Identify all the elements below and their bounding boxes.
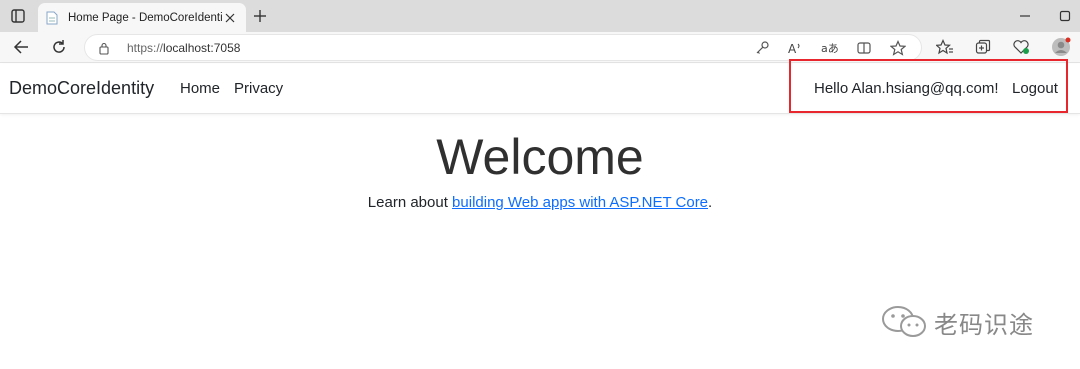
plus-icon[interactable] — [250, 6, 270, 26]
svg-text:A: A — [788, 42, 797, 55]
address-bar[interactable]: https://localhost:7058 A aあ — [84, 34, 922, 61]
svg-text:aあ: aあ — [821, 42, 839, 55]
tab-title: Home Page - DemoCoreIdentity — [68, 11, 222, 24]
nav-privacy-link[interactable]: Privacy — [234, 80, 283, 97]
profile-icon[interactable] — [1050, 36, 1072, 58]
logout-button[interactable]: Logout — [1012, 80, 1058, 97]
key-icon[interactable] — [753, 39, 771, 57]
url-host: localhost:7058 — [163, 41, 241, 55]
site-navbar: DemoCoreIdentity Home Privacy Hello Alan… — [0, 59, 1080, 114]
tab-strip: Home Page - DemoCoreIdentity — [0, 0, 1080, 32]
lock-icon[interactable] — [97, 40, 111, 56]
collections-icon[interactable] — [972, 36, 994, 58]
favorites-icon[interactable] — [934, 36, 956, 58]
brand-link[interactable]: DemoCoreIdentity — [9, 78, 154, 99]
refresh-icon[interactable] — [48, 36, 70, 58]
learn-prefix: Learn about — [367, 194, 453, 211]
url-scheme: https:// — [127, 41, 164, 55]
nav-home-link[interactable]: Home — [180, 80, 220, 97]
translate-icon[interactable]: aあ — [821, 39, 839, 57]
browser-essentials-icon[interactable] — [1010, 36, 1032, 58]
tab-actions-icon[interactable] — [8, 6, 28, 26]
back-arrow-icon[interactable] — [10, 36, 32, 58]
watermark-text: 老码识途 — [934, 310, 1034, 339]
star-icon[interactable] — [889, 39, 907, 57]
url-text: https://localhost:7058 — [127, 41, 240, 55]
page-title: Welcome — [436, 129, 644, 185]
aspnet-docs-link[interactable]: building Web apps with ASP.NET Core — [452, 194, 708, 211]
close-tab-icon[interactable] — [222, 10, 238, 26]
page-icon — [46, 10, 60, 26]
minimize-icon[interactable] — [1015, 6, 1035, 26]
watermark: 老码识途 — [878, 302, 1034, 342]
learn-about-text: Learn about building Web apps with ASP.N… — [0, 194, 1080, 211]
maximize-icon[interactable] — [1055, 6, 1075, 26]
browser-tab[interactable]: Home Page - DemoCoreIdentity — [38, 3, 246, 32]
hello-user-link[interactable]: Hello Alan.hsiang@qq.com! — [814, 80, 999, 97]
split-screen-icon[interactable] — [855, 39, 873, 57]
web-page: DemoCoreIdentity Home Privacy Hello Alan… — [0, 59, 1080, 369]
read-aloud-icon[interactable]: A — [787, 39, 805, 57]
wechat-icon — [882, 306, 926, 337]
learn-suffix: . — [708, 194, 713, 211]
